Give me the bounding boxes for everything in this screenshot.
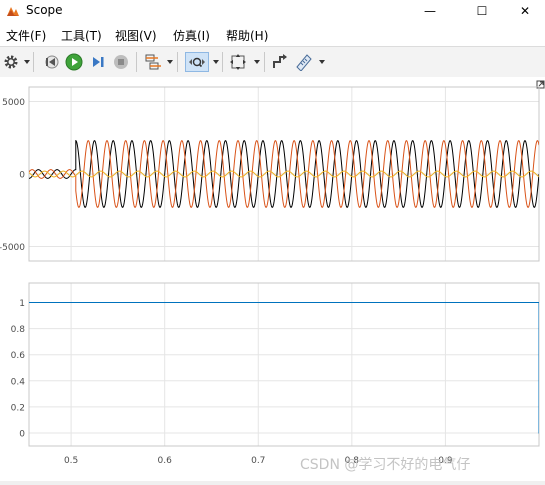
step-forward-button[interactable] — [88, 52, 108, 72]
y-tick-label: 5000 — [2, 98, 25, 108]
menu-tools[interactable]: 工具(T) — [61, 27, 102, 44]
y-tick-label: 1 — [19, 299, 25, 309]
fit-to-view-icon — [230, 54, 246, 70]
menu-bar: 文件(F) 工具(T) 视图(V) 仿真(I) 帮助(H) — [0, 22, 545, 46]
fit-to-view-dropdown-arrow[interactable] — [254, 60, 260, 64]
maximize-icon: ☐ — [476, 4, 488, 18]
title-bar: Scope — ☐ ✕ — [0, 0, 545, 22]
bottom-axes-grid — [29, 283, 539, 446]
run-button[interactable] — [64, 52, 84, 72]
minimize-icon: — — [424, 4, 436, 18]
signal-select-button[interactable] — [143, 52, 163, 72]
measurements-dropdown-arrow[interactable] — [319, 60, 325, 64]
y-tick-label: -5000 — [0, 243, 25, 253]
toolbar-separator — [222, 52, 223, 72]
x-tick-label: 0.7 — [251, 456, 265, 466]
close-icon: ✕ — [519, 4, 531, 18]
bottom-axes-y-ticks: 1 0.8 0.6 0.4 0.2 0 — [11, 299, 26, 439]
scope-app-icon — [6, 4, 20, 18]
toolbar-separator — [264, 52, 265, 72]
step-back-button[interactable] — [41, 52, 61, 72]
settings-button[interactable] — [1, 52, 21, 72]
fit-to-view-button[interactable] — [228, 52, 248, 72]
scope-plots: 5000 0 -5000 1 0.8 0.6 0.4 0.2 0 0.5 0.6 0.7 0.8 0.… — [0, 80, 545, 473]
stop-button[interactable] — [111, 52, 131, 72]
close-button[interactable]: ✕ — [505, 0, 545, 22]
signal-select-icon — [145, 54, 161, 70]
menu-view[interactable]: 视图(V) — [115, 27, 157, 44]
menu-help[interactable]: 帮助(H) — [226, 27, 268, 44]
measurements-button[interactable] — [294, 52, 314, 72]
y-tick-label: 0 — [19, 171, 25, 181]
y-tick-label: 0.2 — [11, 403, 25, 413]
signal-select-dropdown-arrow[interactable] — [167, 60, 173, 64]
y-tick-label: 0.6 — [11, 351, 26, 361]
settings-dropdown-arrow[interactable] — [24, 60, 30, 64]
bottom-axes-frame — [28, 282, 540, 447]
toolbar — [0, 46, 545, 78]
minimize-button[interactable]: — — [407, 0, 453, 22]
zoom-dropdown-arrow[interactable] — [213, 60, 219, 64]
stop-icon — [114, 55, 128, 69]
y-tick-label: 0.8 — [11, 325, 26, 335]
zoom-button[interactable] — [185, 52, 209, 72]
window-title: Scope — [26, 3, 63, 17]
x-tick-label: 0.6 — [158, 456, 173, 466]
x-tick-label: 0.5 — [64, 456, 78, 466]
gear-icon — [4, 55, 18, 69]
bottom-axes-signals — [29, 302, 539, 434]
maximize-button[interactable]: ☐ — [459, 0, 505, 22]
toolbar-separator — [33, 52, 34, 72]
menu-simulation[interactable]: 仿真(I) — [173, 27, 210, 44]
step-back-icon — [45, 55, 59, 69]
run-icon — [65, 53, 83, 71]
toolbar-separator — [177, 52, 178, 72]
watermark: CSDN @学习不好的电气仔 — [300, 457, 470, 473]
scope-display-area: 5000 0 -5000 1 0.8 0.6 0.4 0.2 0 0.5 0.6 0.7 0.8 0.… — [0, 77, 545, 481]
triggers-icon — [273, 54, 287, 68]
triggers-button[interactable] — [270, 52, 290, 72]
step-forward-icon — [93, 57, 104, 67]
y-tick-label: 0 — [19, 429, 25, 439]
top-axes-y-ticks: 5000 0 -5000 — [0, 98, 25, 253]
toolbar-separator — [136, 52, 137, 72]
signal-line — [29, 302, 539, 434]
y-tick-label: 0.4 — [11, 377, 26, 387]
measurements-icon — [296, 54, 312, 71]
menu-file[interactable]: 文件(F) — [6, 27, 46, 44]
zoom-icon — [189, 57, 205, 68]
